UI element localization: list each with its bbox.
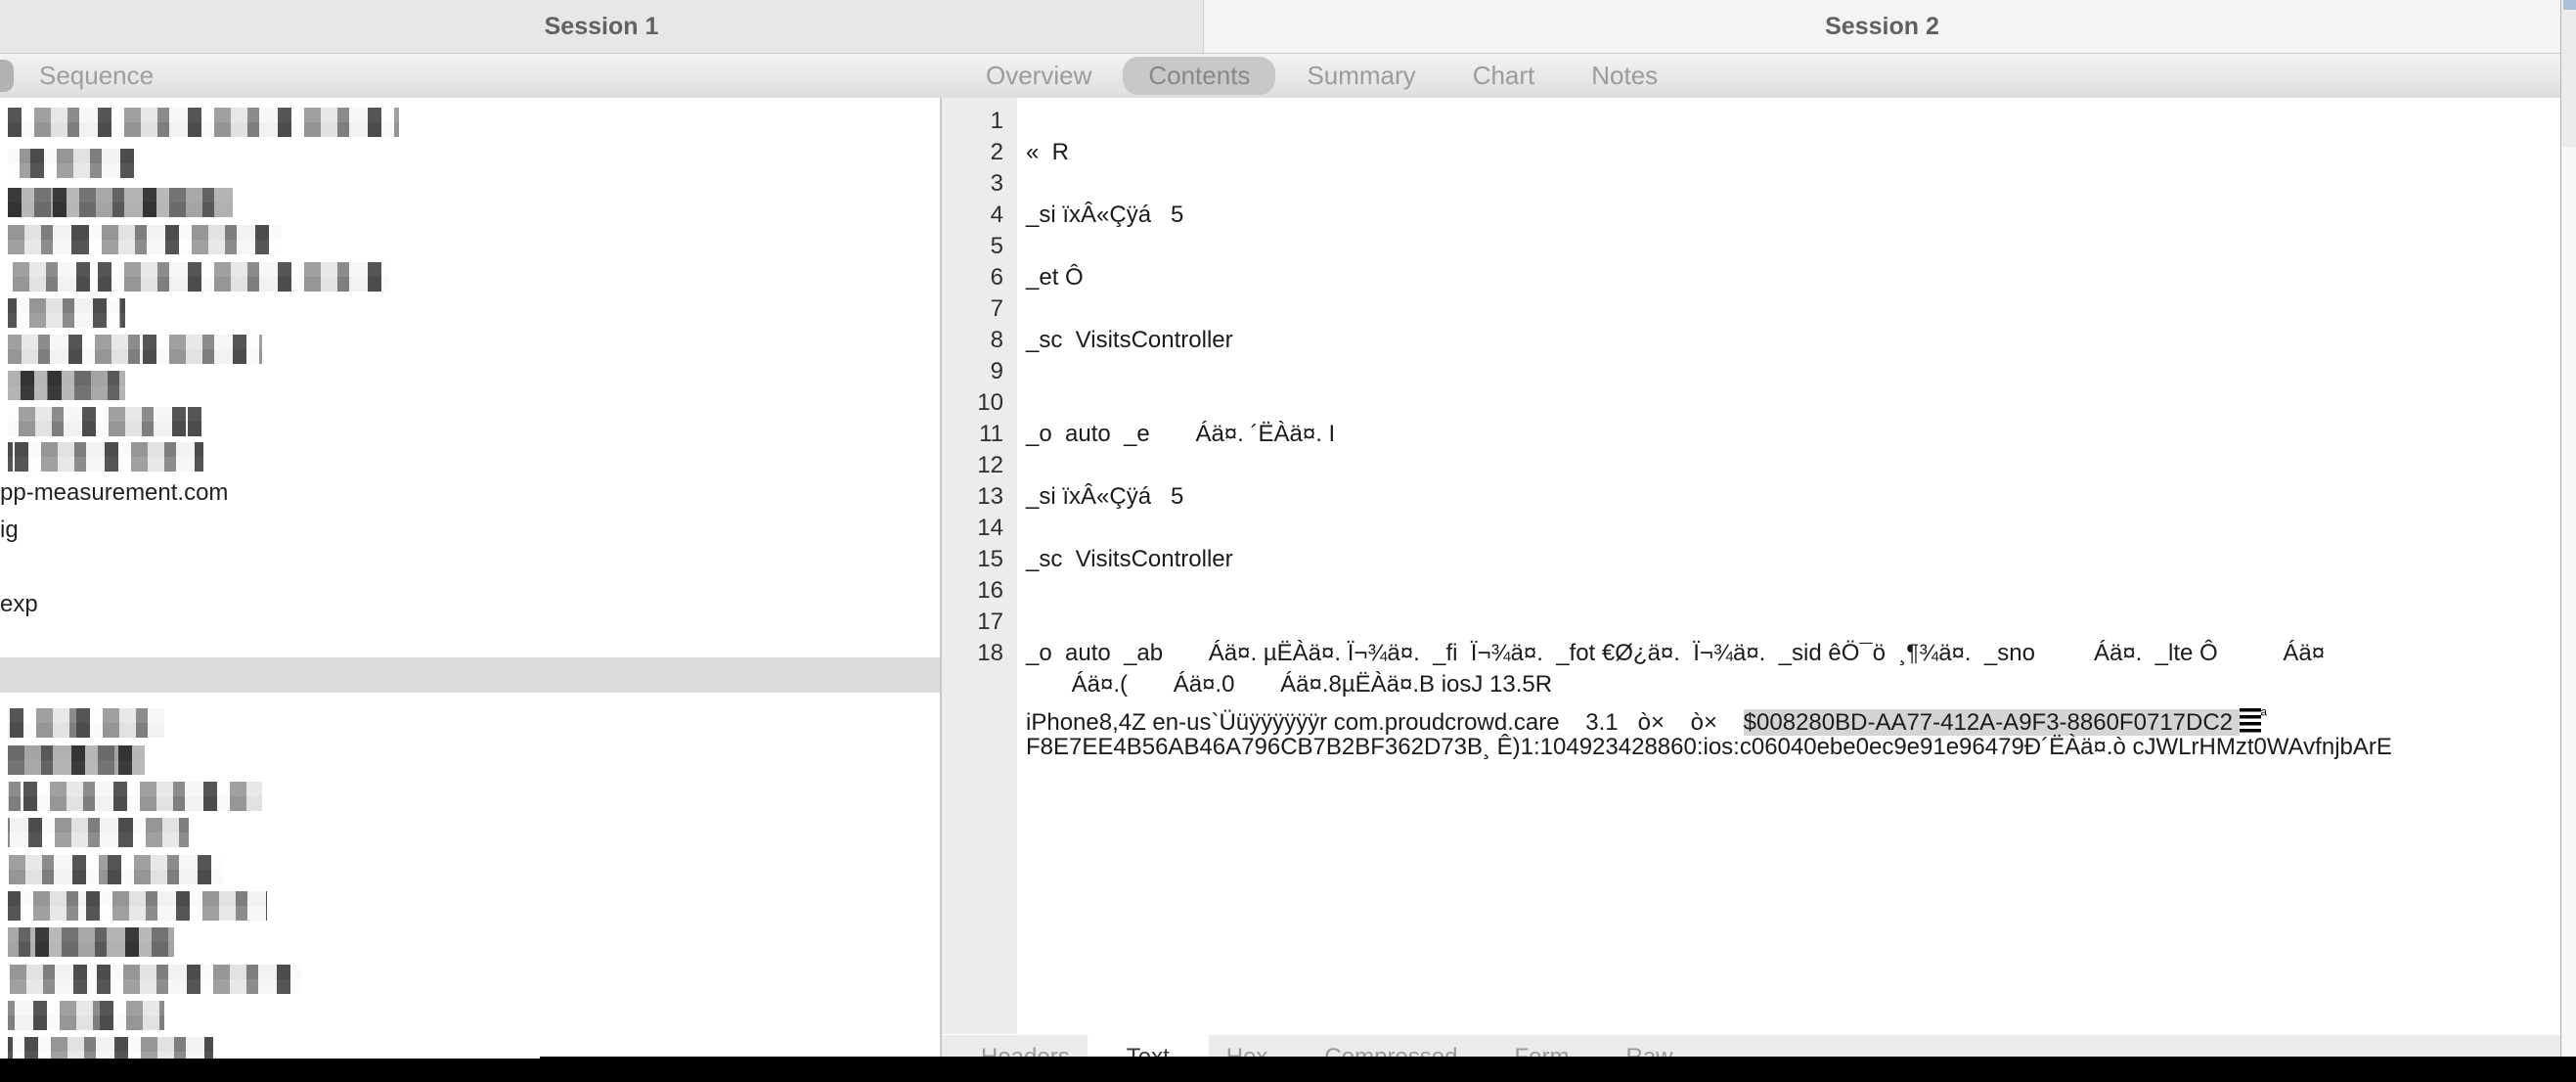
line-number: 3 bbox=[990, 170, 1003, 197]
code-line: _o auto _ab Áä¤. µËÀä¤. Ï¬¾ä¤. _fi Ï¬¾ä¤… bbox=[1026, 640, 2326, 666]
redacted-list-item[interactable] bbox=[8, 225, 282, 254]
session-tab-bar: Session 1 Session 2 bbox=[0, 0, 2576, 54]
code-line-wrap: iPhone8,4Z en-us`Üüÿÿÿÿÿÿr com.proudcrow… bbox=[1026, 706, 2267, 736]
screenshot-cutoff bbox=[0, 1059, 2576, 1082]
tab-overview[interactable]: Overview bbox=[986, 61, 1091, 91]
structure-toggle-button[interactable] bbox=[0, 60, 14, 92]
redacted-list-item[interactable] bbox=[8, 818, 189, 847]
code-line: _o auto _e Áä¤. ´ËÀä¤. I bbox=[1026, 421, 1336, 447]
code-line: « R bbox=[1026, 139, 1070, 165]
tab-sequence[interactable]: Sequence bbox=[39, 61, 154, 91]
redacted-list-item[interactable] bbox=[8, 745, 145, 775]
view-tabs-group: Overview Contents Summary Chart Notes bbox=[986, 54, 1658, 98]
list-item[interactable]: pp-measurement.com bbox=[0, 479, 228, 507]
line-number: 2 bbox=[990, 139, 1003, 165]
list-separator-band bbox=[0, 657, 940, 693]
line-number: 15 bbox=[977, 546, 1003, 572]
tab-session-1[interactable]: Session 1 bbox=[0, 0, 1204, 54]
code-line: _si ïxÂ«Çÿá 5 bbox=[1026, 202, 1184, 228]
line-number: 18 bbox=[977, 640, 1003, 666]
code-line: _si ïxÂ«Çÿá 5 bbox=[1026, 483, 1184, 510]
sequence-list-panel[interactable]: pp-measurement.com ig exp bbox=[0, 98, 940, 1082]
tab-contents[interactable]: Contents bbox=[1123, 57, 1276, 95]
redacted-list-item[interactable] bbox=[8, 927, 174, 957]
line-number: 1 bbox=[990, 108, 1003, 134]
redacted-list-item[interactable] bbox=[8, 262, 389, 292]
redacted-list-item[interactable] bbox=[8, 108, 399, 137]
code-line: _et Ô bbox=[1026, 264, 1084, 291]
redacted-list-item[interactable] bbox=[8, 188, 233, 217]
redacted-list-item[interactable] bbox=[8, 891, 267, 921]
line-number: 14 bbox=[977, 515, 1003, 541]
tab-chart[interactable]: Chart bbox=[1473, 61, 1535, 91]
redacted-list-item[interactable] bbox=[8, 708, 164, 738]
line-number: 16 bbox=[977, 577, 1003, 604]
line-number: 10 bbox=[977, 389, 1003, 416]
session-2-label: Session 2 bbox=[1825, 12, 1939, 40]
line-number: 17 bbox=[977, 609, 1003, 635]
line-number-gutter: 1 2 3 4 5 6 7 8 9 10 11 12 13 14 15 16 17 18 bbox=[942, 98, 1017, 1034]
line-number: 4 bbox=[990, 202, 1003, 228]
redacted-list-item[interactable] bbox=[8, 335, 262, 364]
code-line: _sc VisitsController bbox=[1026, 546, 1233, 572]
list-item[interactable]: exp bbox=[0, 591, 38, 618]
line-number: 5 bbox=[990, 233, 1003, 259]
code-line-wrap: F8E7EE4B56AB46A796CB7B2BF362D73B¸ Ê)1:10… bbox=[1026, 734, 2392, 760]
redacted-list-item[interactable] bbox=[8, 782, 262, 811]
line-number: 12 bbox=[977, 452, 1003, 478]
list-item[interactable]: ig bbox=[0, 517, 19, 544]
code-line-wrap: Áä¤.( Áä¤.0 Áä¤.8µËÀä¤.B iosJ 13.5R bbox=[1026, 671, 1553, 698]
code-line: _sc VisitsController bbox=[1026, 327, 1233, 353]
redacted-list-item[interactable] bbox=[8, 371, 125, 400]
charles-proxy-window: Session 1 Session 2 Sequence Overview Con… bbox=[0, 0, 2576, 1082]
tab-notes[interactable]: Notes bbox=[1591, 61, 1658, 91]
tab-summary[interactable]: Summary bbox=[1307, 61, 1415, 91]
contents-text-view[interactable]: « R _si ïxÂ«Çÿá 5 _et Ô _sc VisitsControlle… bbox=[1017, 98, 2560, 1034]
background-window-edge bbox=[2560, 0, 2576, 1082]
line-number: 6 bbox=[990, 264, 1003, 291]
line-number: 13 bbox=[977, 483, 1003, 510]
view-tab-bar: Sequence Overview Contents Summary Chart Not… bbox=[0, 54, 2560, 99]
redacted-list-item[interactable] bbox=[8, 298, 125, 328]
tab-session-2[interactable]: Session 2 bbox=[1204, 0, 2560, 54]
session-1-label: Session 1 bbox=[544, 12, 659, 40]
background-window-accent bbox=[2563, 0, 2576, 10]
line-number: 11 bbox=[979, 421, 1003, 447]
redacted-list-item[interactable] bbox=[8, 965, 301, 994]
line-number: 9 bbox=[990, 358, 1003, 384]
redacted-list-item[interactable] bbox=[8, 1001, 164, 1030]
redacted-list-item[interactable] bbox=[8, 407, 203, 436]
unknown-glyph-icon bbox=[2239, 708, 2261, 733]
line-number: 7 bbox=[990, 295, 1003, 322]
redacted-list-item[interactable] bbox=[8, 149, 135, 178]
redacted-list-item[interactable] bbox=[8, 442, 203, 472]
line-number: 8 bbox=[990, 327, 1003, 353]
redacted-list-item[interactable] bbox=[8, 855, 223, 884]
